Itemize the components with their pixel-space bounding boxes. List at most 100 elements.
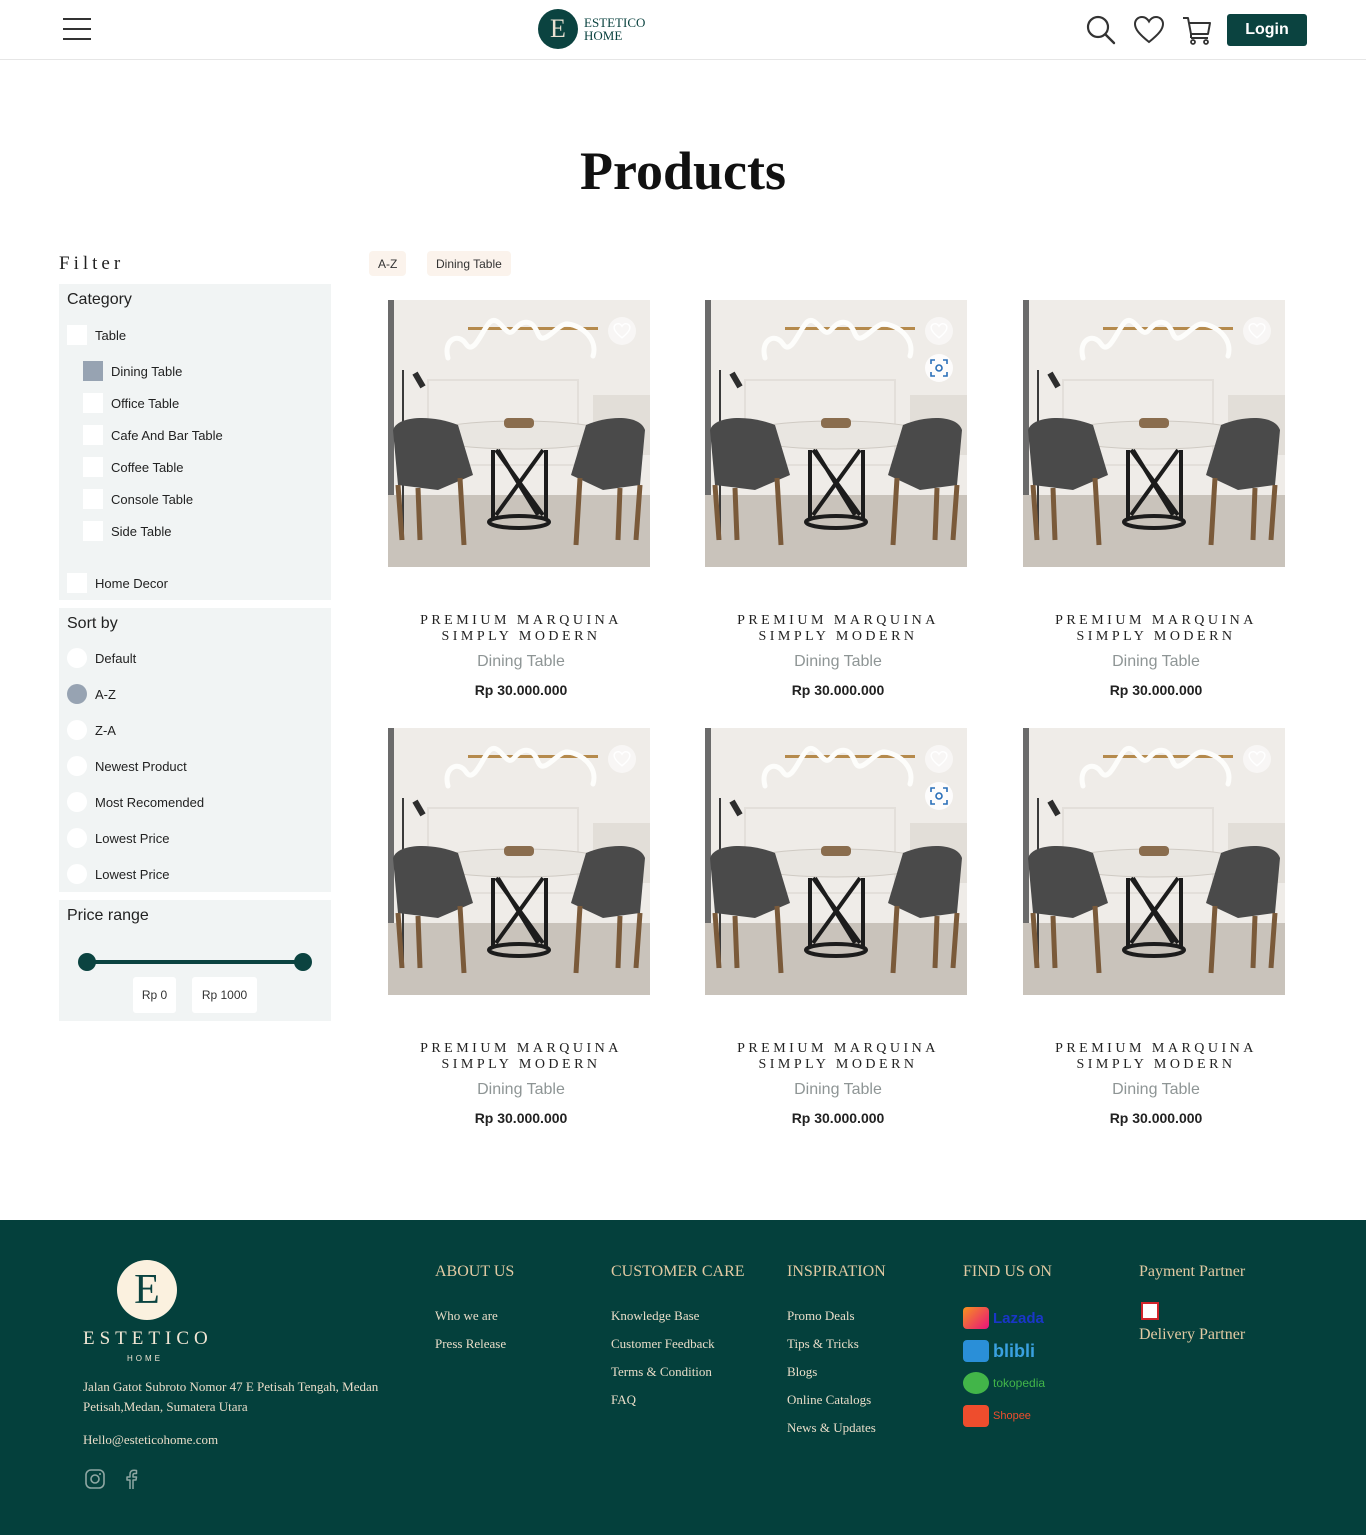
wishlist-heart-icon[interactable] (1133, 14, 1165, 46)
category-option-console-table[interactable]: Console Table (83, 489, 193, 509)
sort-option-newest-product[interactable]: Newest Product (67, 756, 187, 776)
favorite-heart-icon[interactable] (608, 317, 636, 345)
product-thumbnail[interactable] (388, 300, 650, 567)
tokopedia-link[interactable]: tokopedia (963, 1371, 1045, 1395)
sort-option-label: Most Recomended (95, 794, 205, 810)
sort-option-z-a[interactable]: Z-A (67, 720, 116, 740)
footer-link-online-catalogs[interactable]: Online Catalogs (787, 1392, 871, 1408)
product-thumbnail[interactable] (1023, 300, 1285, 567)
price-slider-min-handle[interactable] (78, 953, 96, 971)
product-thumbnail[interactable] (1023, 728, 1285, 995)
product-name[interactable]: PREMIUM MARQUINA SIMPLY MODERN (1023, 1041, 1289, 1073)
footer-inspiration-title: INSPIRATION (787, 1263, 886, 1280)
category-checkbox[interactable] (83, 489, 103, 509)
sort-radio[interactable] (67, 792, 87, 812)
category-option-side-table[interactable]: Side Table (83, 521, 171, 541)
sort-option-a-z[interactable]: A-Z (67, 684, 116, 704)
category-option-dining-table[interactable]: Dining Table (83, 361, 182, 381)
favorite-heart-icon[interactable] (1243, 745, 1271, 773)
sort-radio[interactable] (67, 864, 87, 884)
footer-email[interactable]: Hello@esteticohome.com (83, 1432, 218, 1448)
footer-link-blogs[interactable]: Blogs (787, 1364, 817, 1380)
active-filter-chip-sort[interactable]: A-Z (369, 251, 407, 276)
category-checkbox[interactable] (67, 573, 87, 593)
lazada-link[interactable]: Lazada (963, 1306, 1044, 1330)
blibli-link[interactable]: blibli (963, 1339, 1035, 1363)
sort-option-label: Z-A (95, 722, 116, 738)
footer-brand: ESTETICO (83, 1328, 213, 1349)
search-icon[interactable] (1085, 14, 1117, 46)
active-filter-chip-category[interactable]: Dining Table (427, 251, 511, 276)
instagram-icon[interactable] (84, 1468, 106, 1490)
product-card[interactable]: PREMIUM MARQUINA SIMPLY MODERN Dining Tabl… (1023, 728, 1285, 1126)
shopee-link[interactable]: Shopee (963, 1404, 1031, 1428)
product-name[interactable]: PREMIUM MARQUINA SIMPLY MODERN (705, 1041, 971, 1073)
category-option-office-table[interactable]: Office Table (83, 393, 179, 413)
product-thumbnail[interactable] (388, 728, 650, 995)
footer-find-title: FIND US ON (963, 1263, 1052, 1280)
favorite-heart-icon[interactable] (608, 745, 636, 773)
product-card[interactable]: PREMIUM MARQUINA SIMPLY MODERN Dining Tabl… (1023, 300, 1285, 698)
category-option-table[interactable]: Table (67, 325, 126, 345)
category-option-coffee-table[interactable]: Coffee Table (83, 457, 184, 477)
product-thumbnail[interactable] (705, 300, 967, 567)
footer-link-terms[interactable]: Terms & Condition (611, 1364, 712, 1380)
footer-link-promo-deals[interactable]: Promo Deals (787, 1308, 855, 1324)
price-slider-track[interactable] (87, 960, 303, 964)
category-checkbox[interactable] (83, 393, 103, 413)
footer-link-customer-feedback[interactable]: Customer Feedback (611, 1336, 715, 1352)
category-checkbox[interactable] (67, 325, 87, 345)
footer-link-faq[interactable]: FAQ (611, 1392, 636, 1408)
visual-search-icon[interactable] (925, 782, 953, 810)
product-name[interactable]: PREMIUM MARQUINA SIMPLY MODERN (388, 1041, 654, 1073)
sort-option-lowest-price[interactable]: Lowest Price (67, 828, 169, 848)
sort-radio[interactable] (67, 720, 87, 740)
sort-option-most-recomended[interactable]: Most Recomended (67, 792, 204, 812)
category-checkbox[interactable] (83, 361, 103, 381)
category-checkbox[interactable] (83, 425, 103, 445)
brand-logo[interactable]: E ESTETICO HOME (538, 9, 645, 49)
login-button[interactable]: Login (1227, 14, 1307, 46)
filter-title: Filter (59, 253, 125, 274)
sort-radio[interactable] (67, 756, 87, 776)
product-price: Rp 30.000.000 (1109, 1110, 1203, 1126)
sort-radio[interactable] (67, 648, 87, 668)
product-category: Dining Table (794, 653, 882, 670)
product-card[interactable]: PREMIUM MARQUINA SIMPLY MODERN Dining Tabl… (705, 300, 967, 698)
price-max-field[interactable]: Rp 1000 (192, 977, 257, 1013)
price-slider-max-handle[interactable] (294, 953, 312, 971)
product-name-line2: SIMPLY MODERN (441, 1057, 601, 1072)
cart-icon[interactable] (1181, 14, 1213, 46)
footer-link-news-updates[interactable]: News & Updates (787, 1420, 876, 1436)
price-min-field[interactable]: Rp 0 (133, 977, 176, 1013)
sort-option-default[interactable]: Default (67, 648, 136, 668)
product-name[interactable]: PREMIUM MARQUINA SIMPLY MODERN (388, 613, 654, 645)
facebook-icon[interactable] (120, 1468, 142, 1490)
footer-link-tips-tricks[interactable]: Tips & Tricks (787, 1336, 859, 1352)
menu-icon[interactable] (63, 18, 91, 42)
category-option-home-decor[interactable]: Home Decor (67, 573, 168, 593)
product-card[interactable]: PREMIUM MARQUINA SIMPLY MODERN Dining Tabl… (388, 300, 650, 698)
product-name[interactable]: PREMIUM MARQUINA SIMPLY MODERN (705, 613, 971, 645)
page-title: Products (579, 141, 786, 201)
product-name[interactable]: PREMIUM MARQUINA SIMPLY MODERN (1023, 613, 1289, 645)
blibli-icon (963, 1340, 989, 1362)
product-thumbnail[interactable] (705, 728, 967, 995)
product-card[interactable]: PREMIUM MARQUINA SIMPLY MODERN Dining Tabl… (705, 728, 967, 1126)
footer-link-knowledge-base[interactable]: Knowledge Base (611, 1308, 699, 1324)
product-price: Rp 30.000.000 (791, 1110, 885, 1126)
favorite-heart-icon[interactable] (1243, 317, 1271, 345)
sort-radio[interactable] (67, 684, 87, 704)
product-card[interactable]: PREMIUM MARQUINA SIMPLY MODERN Dining Tabl… (388, 728, 650, 1126)
footer-logo-mark: E (117, 1260, 177, 1320)
footer-link-press-release[interactable]: Press Release (435, 1336, 506, 1352)
visual-search-icon[interactable] (925, 354, 953, 382)
favorite-heart-icon[interactable] (925, 317, 953, 345)
footer-link-who-we-are[interactable]: Who we are (435, 1308, 498, 1324)
sort-option-lowest-price[interactable]: Lowest Price (67, 864, 169, 884)
favorite-heart-icon[interactable] (925, 745, 953, 773)
sort-radio[interactable] (67, 828, 87, 848)
category-checkbox[interactable] (83, 457, 103, 477)
category-checkbox[interactable] (83, 521, 103, 541)
category-option-cafe-and-bar-table[interactable]: Cafe And Bar Table (83, 425, 223, 445)
